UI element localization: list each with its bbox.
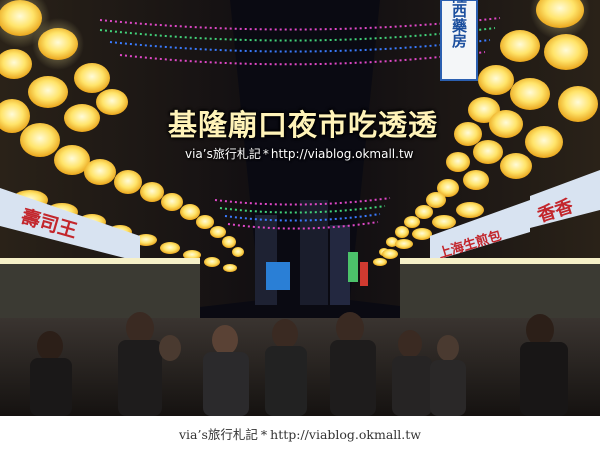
- photo-title: 基隆廟口夜市吃透透: [168, 108, 439, 142]
- right-stall: [400, 262, 600, 322]
- watermark-url: http://viablog.okmall.tw: [270, 147, 414, 161]
- footer-star: *: [260, 427, 268, 442]
- watermark-brand: via’s旅行札記: [185, 147, 261, 161]
- left-stall: [0, 262, 200, 322]
- distant-building: [300, 200, 328, 305]
- photo-frame: 隆西藥房 壽司王 香香 上海生煎包 基隆廟口夜市吃透透 via’s旅行札記 * …: [0, 0, 600, 450]
- photo-watermark: via’s旅行札記 * http://viablog.okmall.tw: [185, 145, 413, 162]
- footer-url[interactable]: http://viablog.okmall.tw: [270, 427, 421, 442]
- distant-building: [330, 225, 350, 305]
- red-sign: [360, 262, 368, 286]
- left-stall-light: [0, 258, 200, 264]
- watermark-star: *: [262, 147, 269, 161]
- green-sign: [348, 252, 358, 282]
- vertical-sign-text: 隆西藥房: [450, 0, 468, 49]
- footer-brand: via’s旅行札記: [179, 427, 258, 442]
- right-stall-light: [400, 258, 600, 264]
- night-market-photo: 隆西藥房 壽司王 香香 上海生煎包: [0, 0, 600, 416]
- blue-sign: [266, 262, 290, 290]
- footer-caption: via’s旅行札記 * http://viablog.okmall.tw: [0, 424, 600, 443]
